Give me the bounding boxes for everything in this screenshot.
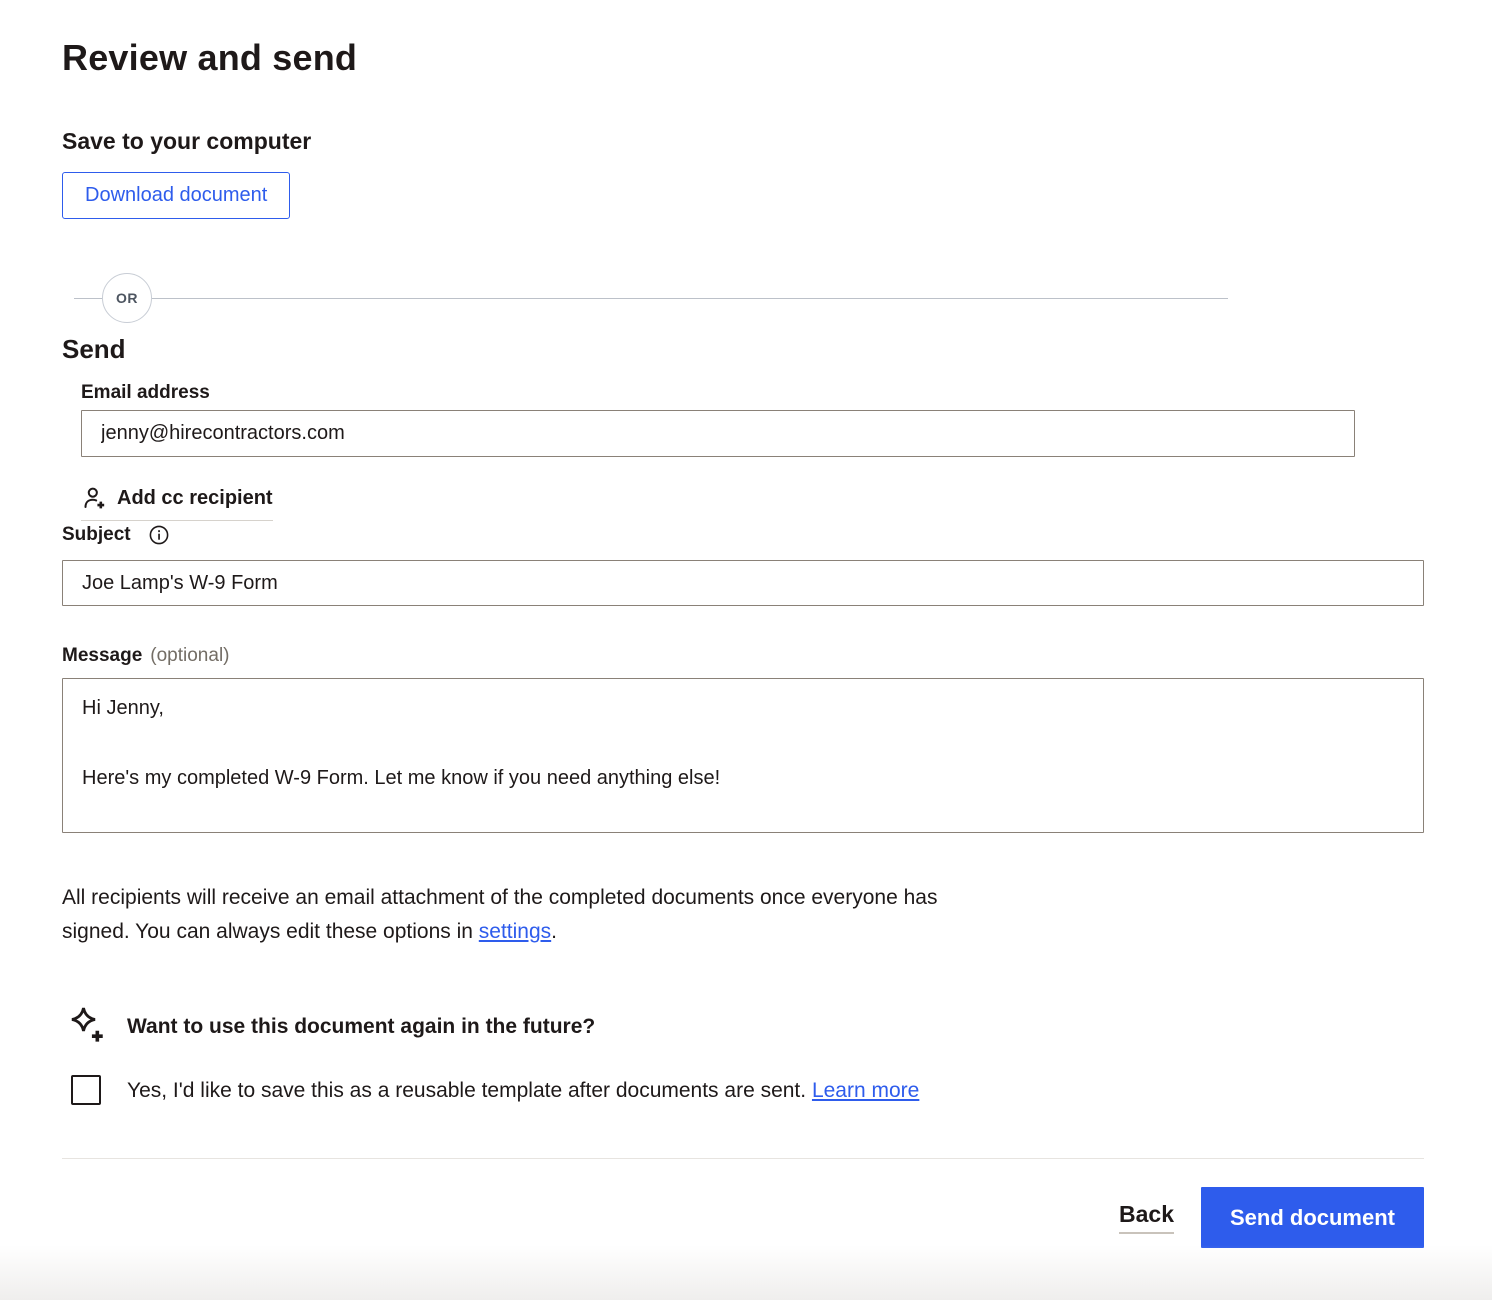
divider-line-left (74, 298, 102, 299)
message-optional-hint: (optional) (150, 645, 229, 667)
save-section: Save to your computer Download document (62, 126, 1424, 219)
email-address-input[interactable] (81, 410, 1355, 457)
divider-line-right (152, 298, 1228, 299)
save-template-row: Yes, I'd like to save this as a reusable… (62, 1075, 1424, 1105)
add-cc-recipient-label: Add cc recipient (117, 486, 273, 511)
reuse-question-text: Want to use this document again in the f… (127, 1013, 595, 1040)
subject-label: Subject (62, 523, 131, 547)
sparkle-plus-icon (66, 1005, 106, 1047)
person-plus-icon (81, 485, 108, 512)
save-template-checkbox[interactable] (71, 1075, 101, 1105)
subject-label-row: Subject (62, 523, 1424, 547)
or-divider: OR (62, 273, 1424, 323)
message-textarea[interactable]: Hi Jenny, Here's my completed W-9 Form. … (62, 678, 1424, 833)
back-button[interactable]: Back (1119, 1201, 1174, 1234)
learn-more-link[interactable]: Learn more (812, 1079, 919, 1102)
download-document-button[interactable]: Download document (62, 172, 290, 219)
recipients-note: All recipients will receive an email att… (62, 881, 982, 949)
recipients-note-period: . (551, 920, 557, 943)
review-and-send-page: Review and send Save to your computer Do… (0, 0, 1492, 1248)
email-field-group: Email address (81, 381, 1355, 457)
footer-divider (62, 1158, 1424, 1159)
footer-actions: Back Send document (62, 1187, 1424, 1248)
message-label-row: Message (optional) (62, 644, 1424, 668)
message-label: Message (62, 644, 142, 668)
page-title: Review and send (62, 36, 1424, 80)
subject-input[interactable] (62, 560, 1424, 606)
settings-link[interactable]: settings (479, 920, 551, 943)
send-section-heading: Send (62, 333, 1424, 365)
info-icon[interactable] (149, 525, 169, 545)
save-template-label-text: Yes, I'd like to save this as a reusable… (127, 1079, 812, 1102)
or-badge: OR (102, 273, 152, 323)
bottom-fade (0, 1245, 1492, 1300)
save-template-label: Yes, I'd like to save this as a reusable… (127, 1077, 919, 1104)
email-address-label: Email address (81, 382, 210, 403)
send-document-button[interactable]: Send document (1201, 1187, 1424, 1248)
save-section-heading: Save to your computer (62, 126, 1424, 156)
add-cc-recipient-link[interactable]: Add cc recipient (81, 485, 273, 521)
reuse-question-row: Want to use this document again in the f… (62, 1005, 1424, 1047)
